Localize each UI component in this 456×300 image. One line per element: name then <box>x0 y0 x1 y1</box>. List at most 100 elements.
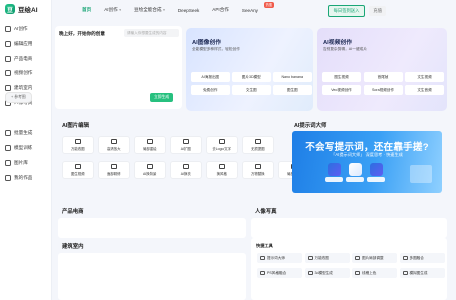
image-option-button[interactable]: 图生图 <box>273 85 312 95</box>
logo[interactable]: 豆 豆绘AI <box>5 4 38 14</box>
ps-icon <box>260 270 265 276</box>
quick-tool-item[interactable]: 模拟图生成 <box>399 268 445 278</box>
style-icon <box>218 164 225 170</box>
sidebar-item-ai-create[interactable]: AI创作 <box>0 22 52 37</box>
quick-tool-label: 模拟图生成 <box>409 270 428 275</box>
recharge-button[interactable]: 充值 <box>369 6 386 16</box>
tool-label: AI换背景 <box>143 171 157 176</box>
sidebar-item-my-works[interactable]: 我的作品 <box>0 170 52 185</box>
sidebar-item-video[interactable]: 视频创作 <box>0 66 52 81</box>
gallery-icon <box>5 159 11 166</box>
sidebar-item-edit[interactable]: 编辑应用 <box>0 37 52 52</box>
tool-replace-object[interactable]: 万物替换 <box>242 161 274 179</box>
reference-image-button[interactable]: + 参考图 <box>5 92 32 103</box>
nav-tab-deepseek[interactable]: DeepSeek <box>178 8 199 13</box>
portrait-section-panel <box>251 218 447 238</box>
section-title-portrait: 人像写真 <box>255 209 277 215</box>
section-title-prompt-master: AI提示词大师 <box>294 123 327 129</box>
quick-tool-label: 万能改图 <box>314 255 329 260</box>
quick-tools-grid: 提示词大师 万能改图 图片局部调整 多图融合 PS风格融合 3d模型生成 线稿上… <box>257 253 445 278</box>
replace-icon <box>254 164 261 170</box>
quick-tool-item[interactable]: 图片局部调整 <box>352 253 397 263</box>
tool-change-clothes[interactable]: AI换衣 <box>170 161 202 179</box>
quick-tool-item[interactable]: PS风格融合 <box>257 268 302 278</box>
tool-change-style[interactable]: 换风格 <box>206 161 238 179</box>
quick-tool-item[interactable]: 万能改图 <box>304 253 350 263</box>
nav-tab-label: API合作 <box>212 7 229 12</box>
image-option-button[interactable]: Nano banana <box>273 72 312 82</box>
nav-tab-compose[interactable]: 豆绘全能合成 ▾ <box>134 7 165 13</box>
ai-icon <box>5 26 11 33</box>
image-option-button[interactable]: 图片3D模型 <box>232 72 271 82</box>
quick-tools-title: 快捷工具 <box>256 243 273 248</box>
quick-tool-item[interactable]: 多图融合 <box>399 253 445 263</box>
quick-tool-item[interactable]: 3d模型生成 <box>304 268 350 278</box>
generate-button[interactable]: 立即生成 <box>150 93 174 102</box>
quick-tool-label: PS风格融合 <box>267 270 287 275</box>
prompt-input[interactable]: 请输入你想要生成的内容 <box>124 29 179 37</box>
banner-tag <box>325 177 343 182</box>
sidebar-item-label: AI创作 <box>14 26 28 32</box>
app-icon <box>370 163 383 176</box>
card-title: AI图像创作 <box>192 40 221 46</box>
quick-tool-item[interactable]: 线稿上色 <box>352 268 397 278</box>
quick-tool-label: 提示词大师 <box>267 255 285 260</box>
nav-tab-label: SeeAny <box>241 7 258 13</box>
tool-image-to-video[interactable]: 图生视频 <box>62 161 94 179</box>
nav-tab-label: 首页 <box>82 7 92 12</box>
sidebar-item-model-train[interactable]: 模型训练 <box>0 141 52 156</box>
image-option-button[interactable]: AI海报出图 <box>191 72 230 82</box>
image-edit-tool-grid: 万能改图 高清放大 局部重绘 AI扩图 去Logo/文字 无损提图 图生视频 面… <box>62 136 310 179</box>
video-icon <box>74 164 81 170</box>
tool-universal-edit[interactable]: 万能改图 <box>62 136 94 154</box>
nav-tab-seeany[interactable]: SeeAny 热搜 <box>241 1 274 13</box>
video-option-button[interactable]: 首尾帧 <box>363 72 403 82</box>
folder-icon <box>5 174 11 181</box>
sidebar-item-label: 图片库 <box>14 159 28 165</box>
tool-change-background[interactable]: AI换背景 <box>134 161 166 179</box>
image-option-button[interactable]: 文生图 <box>232 85 271 95</box>
prompt-icon <box>260 255 265 261</box>
quick-tool-item[interactable]: 提示词大师 <box>257 253 302 263</box>
card-button-grid: 图生视频 首尾帧 文生视频 Veo视频创作 Sora视频创作 文生音频 <box>322 72 444 95</box>
architecture-section-panel <box>58 253 246 300</box>
tool-inpaint[interactable]: 局部重绘 <box>134 136 166 154</box>
tool-outpaint[interactable]: AI扩图 <box>170 136 202 154</box>
tool-label: 万物替换 <box>250 171 265 176</box>
sidebar-item-product[interactable]: 产品电商 <box>0 51 52 66</box>
video-option-button[interactable]: 文生音频 <box>405 85 444 95</box>
quick-tool-label: 线稿上色 <box>362 270 377 275</box>
sidebar-item-gallery[interactable]: 图片库 <box>0 156 52 171</box>
app-icon <box>349 163 362 176</box>
banner-tag <box>346 177 364 182</box>
tool-label: 高清放大 <box>106 146 121 151</box>
video-option-button[interactable]: 文生视频 <box>405 72 444 82</box>
tool-remove-logo[interactable]: 去Logo/文字 <box>206 136 238 154</box>
quick-tool-label: 多图融合 <box>409 255 424 260</box>
adjust-icon <box>355 255 360 261</box>
ai-image-card[interactable]: AI图像创作 全能模型多种样式，轻松创作 AI海报出图 图片3D模型 Nano … <box>186 28 313 111</box>
tool-lossless-extract[interactable]: 无损提图 <box>242 136 274 154</box>
nav-tab-ai-create[interactable]: AI创作 ▾ <box>104 7 121 13</box>
ai-video-card[interactable]: AI视频创作 告别复杂剪辑，AI一键成片 图生视频 首尾帧 文生视频 Veo视频… <box>317 28 447 111</box>
nav-tab-home[interactable]: 首页 <box>82 7 91 13</box>
tool-label: 无损提图 <box>250 146 265 151</box>
chevron-down-icon: ▾ <box>163 8 165 12</box>
quick-tool-label: 图片局部调整 <box>362 255 384 260</box>
card-subtitle: 告别复杂剪辑，AI一键成片 <box>323 47 368 51</box>
sidebar-item-batch[interactable]: 批量生成 <box>0 126 52 141</box>
nav-tab-label: 豆绘全能合成 <box>134 7 162 12</box>
video-option-button[interactable]: Sora视频创作 <box>363 85 403 95</box>
image-option-button[interactable]: 免费创作 <box>191 85 230 95</box>
nav-tab-api[interactable]: API合作 <box>212 7 229 13</box>
tool-upscale[interactable]: 高清放大 <box>98 136 130 154</box>
signin-button[interactable]: 每日签到送入 <box>327 5 366 17</box>
card-subtitle: 全能模型多种样式，轻松创作 <box>192 47 240 51</box>
quick-tool-label: 3d模型生成 <box>314 270 333 275</box>
prompt-master-banner[interactable]: 不会写提示词，还在靠手搓? 「AI提示词大师」 深度思考 · 快速生成 <box>292 131 442 193</box>
video-option-button[interactable]: Veo视频创作 <box>322 85 361 95</box>
video-option-button[interactable]: 图生视频 <box>322 72 361 82</box>
sidebar-item-label: 批量生成 <box>14 130 33 136</box>
brush-icon <box>146 139 153 145</box>
tool-face-refine[interactable]: 面部精修 <box>98 161 130 179</box>
